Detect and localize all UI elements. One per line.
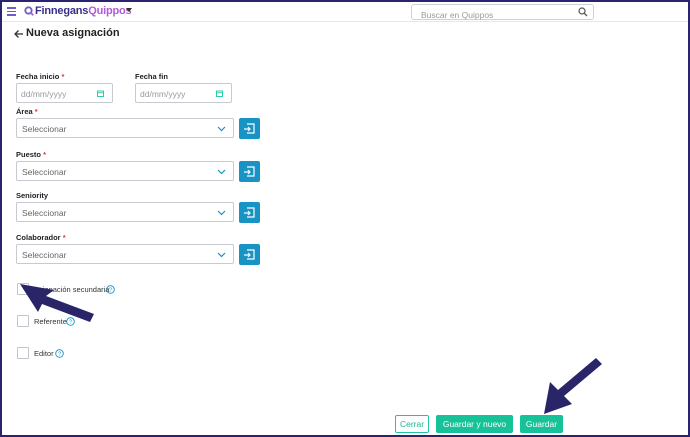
area-label: Área * <box>16 107 38 116</box>
required-mark: * <box>34 107 38 116</box>
calendar-icon[interactable] <box>216 90 223 97</box>
save-and-new-button[interactable]: Guardar y nuevo <box>436 415 513 433</box>
logo-part-1: Finnegans <box>35 5 89 17</box>
chevron-down-icon[interactable] <box>217 208 226 217</box>
annotation-arrow-icon <box>544 358 602 414</box>
editor-label: Editor <box>34 349 54 358</box>
puesto-select-value: Seleccionar <box>22 167 67 177</box>
calendar-icon[interactable] <box>97 90 104 97</box>
seniority-label-text: Seniority <box>16 191 49 200</box>
required-mark: * <box>43 150 47 159</box>
area-select[interactable]: Seleccionar <box>16 118 234 138</box>
caret-down-icon[interactable] <box>126 8 132 12</box>
logo-icon <box>24 6 34 16</box>
fecha-inicio-input[interactable] <box>17 85 95 103</box>
annotation-arrow-icon <box>20 284 94 322</box>
chevron-down-icon[interactable] <box>217 250 226 259</box>
open-in-icon <box>244 123 255 134</box>
area-open-button[interactable] <box>239 118 260 139</box>
area-select-value: Seleccionar <box>22 124 67 134</box>
search-icon[interactable] <box>578 7 588 17</box>
editor-checkbox[interactable] <box>17 347 29 359</box>
app-frame: FinnegansQuippos Nueva asignación Fecha … <box>2 2 688 435</box>
area-label-text: Área <box>16 107 33 116</box>
open-in-icon <box>244 249 255 260</box>
help-icon[interactable]: ? <box>55 349 64 358</box>
fecha-inicio-label: Fecha inicio * <box>16 72 64 81</box>
search-box[interactable] <box>411 4 594 22</box>
chevron-down-icon[interactable] <box>217 167 226 176</box>
fecha-fin-label: Fecha fin <box>135 72 168 81</box>
colaborador-select[interactable]: Seleccionar <box>16 244 234 264</box>
page-title: Nueva asignación <box>26 27 120 39</box>
search-input[interactable] <box>412 8 572 22</box>
fecha-inicio-label-text: Fecha inicio <box>16 72 60 81</box>
puesto-select[interactable]: Seleccionar <box>16 161 234 181</box>
colaborador-label-text: Colaborador <box>16 233 61 242</box>
required-mark: * <box>61 72 65 81</box>
fecha-inicio-field[interactable] <box>16 83 113 103</box>
open-in-icon <box>244 166 255 177</box>
colaborador-open-button[interactable] <box>239 244 260 265</box>
fecha-fin-field[interactable] <box>135 83 232 103</box>
back-arrow-icon[interactable] <box>14 29 24 39</box>
colaborador-label: Colaborador * <box>16 233 66 242</box>
fecha-fin-input[interactable] <box>136 85 214 103</box>
logo[interactable]: FinnegansQuippos <box>35 5 132 17</box>
seniority-select-value: Seleccionar <box>22 208 67 218</box>
puesto-open-button[interactable] <box>239 161 260 182</box>
open-in-icon <box>244 207 255 218</box>
colaborador-select-value: Seleccionar <box>22 250 67 260</box>
seniority-select[interactable]: Seleccionar <box>16 202 234 222</box>
top-bar: FinnegansQuippos <box>2 2 688 22</box>
puesto-label: Puesto * <box>16 150 46 159</box>
close-button[interactable]: Cerrar <box>395 415 429 433</box>
puesto-label-text: Puesto <box>16 150 42 159</box>
help-icon[interactable]: ? <box>106 285 115 294</box>
menu-icon[interactable] <box>7 7 16 16</box>
seniority-open-button[interactable] <box>239 202 260 223</box>
required-mark: * <box>62 233 66 242</box>
logo-part-2: Quippos <box>88 5 132 17</box>
chevron-down-icon[interactable] <box>217 124 226 133</box>
seniority-label: Seniority <box>16 191 48 200</box>
fecha-fin-label-text: Fecha fin <box>135 72 168 81</box>
